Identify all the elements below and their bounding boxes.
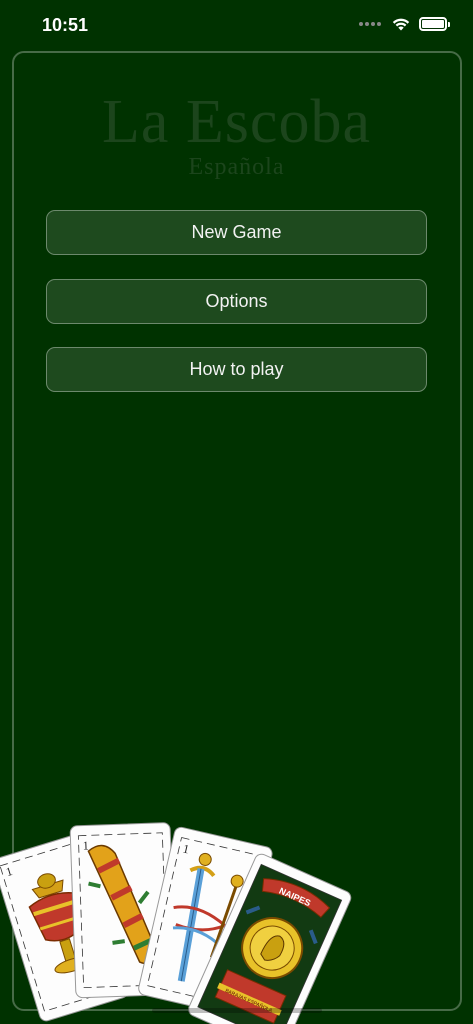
how-to-play-button[interactable]: How to play <box>46 347 427 392</box>
home-indicator[interactable] <box>152 1008 322 1013</box>
app-subtitle: Española <box>188 154 285 180</box>
card-bastos-number: 1 <box>82 838 88 852</box>
wifi-icon <box>392 18 410 31</box>
playing-cards-illustration: 1 1 1 NAIPES BARAJAS ESPAÑOLA <box>0 822 352 1024</box>
options-button[interactable]: Options <box>46 279 427 324</box>
cellular-signal-icon <box>359 22 381 26</box>
new-game-button[interactable]: New Game <box>46 210 427 255</box>
status-icons <box>359 16 450 32</box>
decorative-cards: 1 1 1 NAIPES BARAJAS ESPAÑOLA <box>0 810 473 1024</box>
app-title: La Escoba <box>102 88 371 156</box>
battery-icon <box>419 17 450 31</box>
status-bar: 10:51 <box>0 0 473 50</box>
status-time: 10:51 <box>42 15 89 35</box>
